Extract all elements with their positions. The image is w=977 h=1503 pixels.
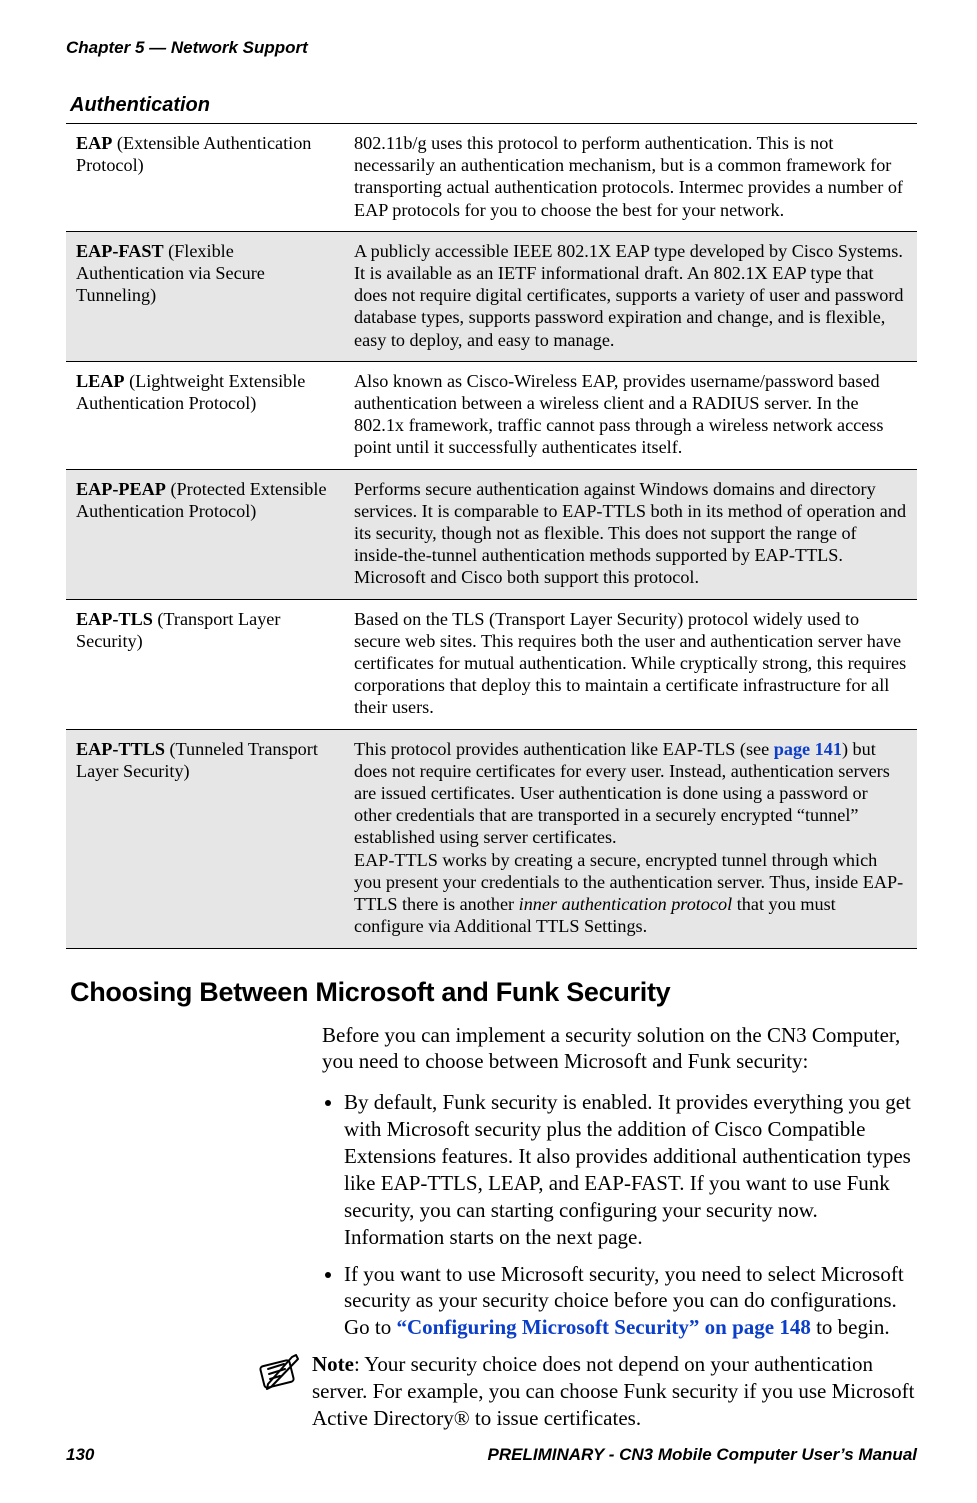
term-cell: EAP (Extensible Authentication Protocol) bbox=[66, 124, 344, 232]
table-row: EAP-TTLS (Tunneled Transport Layer Secur… bbox=[66, 729, 917, 948]
bullet-text: to begin. bbox=[811, 1315, 890, 1339]
page-link[interactable]: “Configuring Microsoft Security” on page… bbox=[397, 1315, 811, 1339]
bullet-list: By default, Funk security is enabled. It… bbox=[322, 1089, 917, 1341]
heading-choosing-security: Choosing Between Microsoft and Funk Secu… bbox=[70, 977, 917, 1008]
page: Chapter 5 — Network Support Authenticati… bbox=[0, 0, 977, 1503]
term-bold: EAP-TLS bbox=[76, 609, 153, 629]
authentication-table: EAP (Extensible Authentication Protocol)… bbox=[66, 123, 917, 949]
desc-cell: 802.11b/g uses this protocol to perform … bbox=[344, 124, 917, 232]
table-row: EAP-TLS (Transport Layer Security) Based… bbox=[66, 599, 917, 729]
term-bold: LEAP bbox=[76, 371, 125, 391]
table-row: EAP-FAST (Flexible Authentication via Se… bbox=[66, 231, 917, 361]
table-row: LEAP (Lightweight Extensible Authenticat… bbox=[66, 361, 917, 469]
desc-cell: This protocol provides authentication li… bbox=[344, 729, 917, 948]
note-icon bbox=[256, 1351, 312, 1398]
term-cell: EAP-FAST (Flexible Authentication via Se… bbox=[66, 231, 344, 361]
desc-cell: Also known as Cisco-Wireless EAP, provid… bbox=[344, 361, 917, 469]
running-head: Chapter 5 — Network Support bbox=[66, 38, 917, 58]
intro-paragraph: Before you can implement a security solu… bbox=[322, 1022, 917, 1076]
list-item: By default, Funk security is enabled. It… bbox=[344, 1089, 917, 1250]
desc-cell: Based on the TLS (Transport Layer Securi… bbox=[344, 599, 917, 729]
term-bold: EAP bbox=[76, 133, 112, 153]
term-bold: EAP-FAST bbox=[76, 241, 164, 261]
term-rest: (Extensible Authentication Protocol) bbox=[76, 133, 311, 175]
desc-cell: Performs secure authentication against W… bbox=[344, 469, 917, 599]
term-cell: LEAP (Lightweight Extensible Authenticat… bbox=[66, 361, 344, 469]
note-text: Note: Your security choice does not depe… bbox=[312, 1351, 917, 1432]
table-row: EAP-PEAP (Protected Extensible Authentic… bbox=[66, 469, 917, 599]
footer-title: PRELIMINARY - CN3 Mobile Computer User’s… bbox=[488, 1445, 917, 1465]
page-number: 130 bbox=[66, 1445, 94, 1465]
section-heading-authentication: Authentication bbox=[70, 94, 917, 117]
list-item: If you want to use Microsoft security, y… bbox=[344, 1261, 917, 1342]
term-cell: EAP-TLS (Transport Layer Security) bbox=[66, 599, 344, 729]
page-link[interactable]: page 141 bbox=[774, 739, 842, 759]
footer: 130 PRELIMINARY - CN3 Mobile Computer Us… bbox=[66, 1445, 917, 1465]
table-row: EAP (Extensible Authentication Protocol)… bbox=[66, 124, 917, 232]
term-cell: EAP-TTLS (Tunneled Transport Layer Secur… bbox=[66, 729, 344, 948]
note-label: Note bbox=[312, 1352, 354, 1376]
note-body: : Your security choice does not depend o… bbox=[312, 1352, 914, 1430]
body-column: Before you can implement a security solu… bbox=[322, 1022, 917, 1342]
term-bold: EAP-PEAP bbox=[76, 479, 166, 499]
term-bold: EAP-TTLS bbox=[76, 739, 165, 759]
term-cell: EAP-PEAP (Protected Extensible Authentic… bbox=[66, 469, 344, 599]
desc-italic: inner authentication protocol bbox=[519, 894, 733, 914]
desc-cell: A publicly accessible IEEE 802.1X EAP ty… bbox=[344, 231, 917, 361]
note-block: Note: Your security choice does not depe… bbox=[256, 1351, 917, 1432]
desc-text: This protocol provides authentication li… bbox=[354, 739, 774, 759]
